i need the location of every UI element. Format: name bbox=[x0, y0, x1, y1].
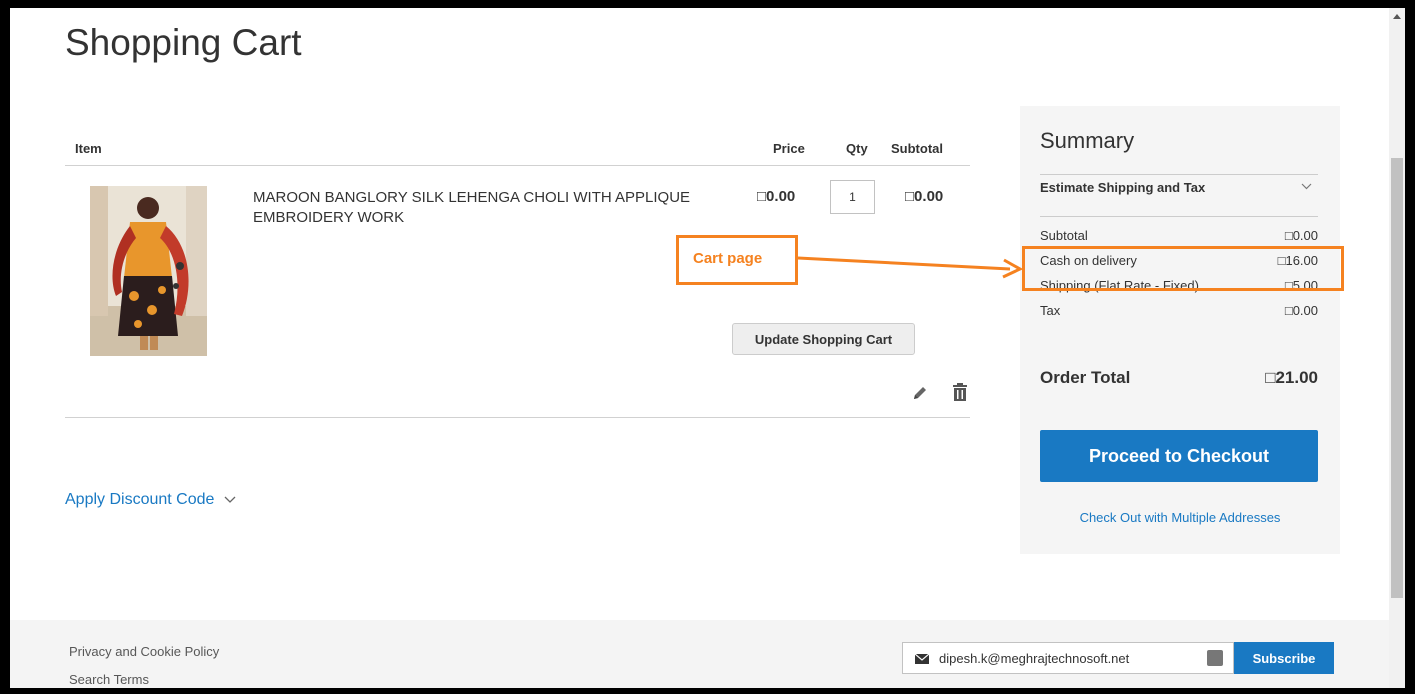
summary-title: Summary bbox=[1040, 128, 1135, 153]
chevron-down-icon bbox=[1301, 183, 1312, 190]
envelope-icon bbox=[915, 654, 929, 664]
totals-label: Tax bbox=[1040, 303, 1061, 318]
annotation-highlight bbox=[1022, 246, 1344, 291]
subscribe-button[interactable]: Subscribe bbox=[1234, 642, 1334, 674]
totals-label: Subtotal bbox=[1040, 228, 1088, 243]
cart-header: Item Price Qty Subtotal bbox=[65, 126, 970, 166]
order-total: Order Total □21.00 bbox=[1040, 368, 1318, 388]
proceed-to-checkout-button[interactable]: Proceed to Checkout bbox=[1040, 430, 1318, 482]
newsletter-email-value: dipesh.k@meghrajtechnosoft.net bbox=[939, 651, 1130, 666]
footer: Privacy and Cookie Policy Search Terms d… bbox=[10, 620, 1389, 688]
summary-divider bbox=[1040, 216, 1318, 217]
apply-discount-toggle[interactable]: Apply Discount Code bbox=[65, 491, 236, 509]
annotation-arrow bbox=[798, 256, 1024, 279]
order-total-label: Order Total bbox=[1040, 368, 1131, 387]
order-total-amount: □21.00 bbox=[1265, 368, 1318, 387]
header-price: Price bbox=[773, 141, 805, 156]
multi-address-checkout-link[interactable]: Check Out with Multiple Addresses bbox=[1020, 510, 1340, 525]
chevron-down-icon bbox=[224, 496, 236, 503]
summary-divider bbox=[1040, 174, 1318, 175]
order-summary: Summary Estimate Shipping and Tax Subtot… bbox=[1020, 106, 1340, 554]
header-subtotal: Subtotal bbox=[891, 141, 943, 156]
estimate-shipping-toggle[interactable]: Estimate Shipping and Tax bbox=[1040, 176, 1318, 210]
estimate-shipping-label: Estimate Shipping and Tax bbox=[1040, 180, 1206, 195]
scrollbar-thumb[interactable] bbox=[1391, 158, 1403, 598]
product-name[interactable]: MAROON BANGLORY SILK LEHENGA CHOLI WITH … bbox=[253, 188, 693, 228]
trash-icon[interactable] bbox=[951, 382, 969, 402]
scroll-up-arrow-icon[interactable] bbox=[1393, 14, 1401, 19]
totals-amount: □0.00 bbox=[1284, 228, 1318, 243]
footer-link-search-terms[interactable]: Search Terms bbox=[69, 672, 149, 687]
pencil-icon[interactable] bbox=[911, 384, 929, 402]
scrollbar[interactable] bbox=[1389, 8, 1405, 688]
browser-viewport: Shopping Cart Item Price Qty Subtotal MA… bbox=[10, 8, 1405, 688]
totals-row-tax: Tax □0.00 bbox=[1040, 299, 1318, 324]
update-cart-button[interactable]: Update Shopping Cart bbox=[732, 323, 915, 355]
product-image[interactable] bbox=[90, 186, 207, 356]
qty-input[interactable] bbox=[830, 180, 875, 214]
product-price: □0.00 bbox=[757, 188, 796, 205]
footer-link-privacy[interactable]: Privacy and Cookie Policy bbox=[69, 644, 219, 659]
totals-amount: □0.00 bbox=[1284, 303, 1318, 318]
annotation-label: Cart page bbox=[693, 250, 763, 267]
page-title: Shopping Cart bbox=[65, 22, 302, 63]
password-manager-icon[interactable] bbox=[1207, 650, 1223, 666]
annotation-label-box: Cart page bbox=[676, 235, 798, 285]
header-qty: Qty bbox=[846, 141, 868, 156]
apply-discount-label: Apply Discount Code bbox=[65, 491, 215, 508]
cart-item-row: MAROON BANGLORY SILK LEHENGA CHOLI WITH … bbox=[65, 166, 970, 418]
header-item: Item bbox=[75, 141, 102, 156]
newsletter-input[interactable]: dipesh.k@meghrajtechnosoft.net bbox=[902, 642, 1234, 674]
product-subtotal: □0.00 bbox=[905, 188, 944, 205]
